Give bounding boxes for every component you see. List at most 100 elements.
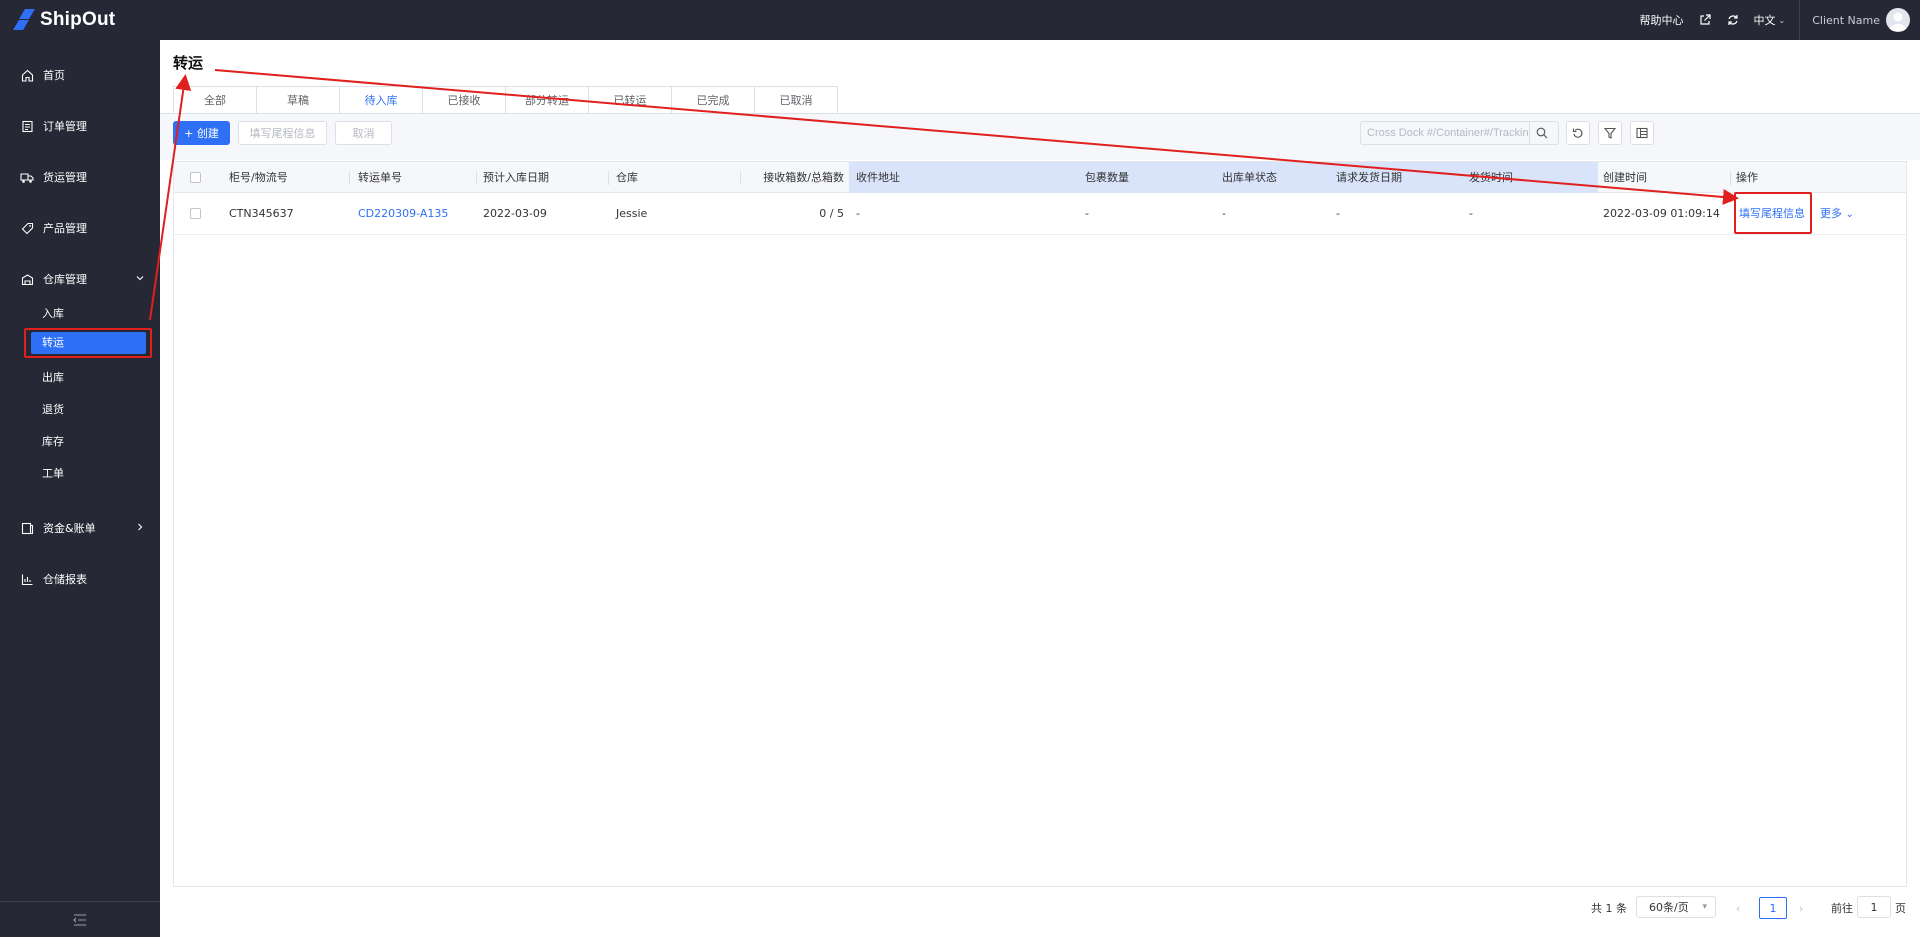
column-header: 转运单号 [358,171,402,184]
prev-page-button[interactable]: ‹ [1736,896,1740,920]
filter-icon [1604,127,1616,139]
created-at: 2022-03-09 01:09:14 [1603,207,1720,220]
goto-page-input[interactable]: 1 [1857,896,1891,918]
column-settings-button[interactable] [1630,121,1654,145]
tab-partial-transfer[interactable]: 部分转运 [505,86,589,114]
logo[interactable]: ShipOut [13,0,116,40]
sidebar-item-warehouse[interactable]: 仓库管理 [0,263,160,295]
transfer-order-link[interactable]: CD220309-A135 [358,193,448,235]
address: - [856,207,860,220]
column-header: 出库单状态 [1222,171,1277,184]
annotation-highlight-box [1734,192,1812,234]
cancel-button[interactable]: 取消 [335,121,392,145]
report-icon [20,572,34,586]
next-page-button[interactable]: › [1799,896,1803,920]
column-header: 包裹数量 [1085,171,1129,184]
sidebar-item-label: 仓储报表 [43,573,87,586]
status-tabs: 全部 草稿 待入库 已接收 部分转运 已转运 已完成 已取消 [173,86,838,114]
chevron-down-icon: ⌄ [1845,209,1854,220]
top-bar: ShipOut 帮助中心 中文 ⌄ Client Name [0,0,1920,40]
chevron-down-icon: ⌄ [1778,15,1786,25]
client-name[interactable]: Client Name [1812,14,1880,27]
collapse-icon [73,913,86,926]
filter-button[interactable] [1598,121,1622,145]
sidebar-item-reports[interactable]: 仓储报表 [0,563,160,595]
sidebar-sub-returns[interactable]: 退货 [42,400,64,420]
fill-last-mile-button[interactable]: 填写尾程信息 [238,121,327,145]
search-button[interactable] [1529,122,1553,144]
sidebar-sub-workorder[interactable]: 工单 [42,464,64,484]
tab-draft[interactable]: 草稿 [256,86,340,114]
chevron-down-icon [136,276,144,281]
column-divider [740,171,741,185]
reset-button[interactable] [1566,121,1590,145]
container-no: CTN345637 [229,207,294,220]
column-header: 创建时间 [1603,171,1647,184]
avatar[interactable] [1886,8,1910,32]
column-divider [349,171,350,185]
row-checkbox[interactable] [190,208,201,219]
search-icon [1536,127,1547,139]
sidebar: 首页 订单管理 货运管理 产品管理 仓库管理 入库 转运 出库 退货 库存 工单… [0,40,160,937]
sidebar-item-label: 资金&账单 [43,522,96,535]
warehouse-name: Jessie [616,207,648,220]
tab-transferred[interactable]: 已转运 [588,86,672,114]
sidebar-item-label: 货运管理 [43,171,87,184]
tab-pending-inbound[interactable]: 待入库 [339,86,423,114]
column-divider [476,171,477,185]
column-header: 操作 [1736,171,1758,184]
language-label: 中文 [1753,14,1776,27]
more-actions-link[interactable]: 更多 ⌄ [1820,193,1854,235]
sidebar-item-orders[interactable]: 订单管理 [0,110,160,142]
eta-date: 2022-03-09 [483,207,547,220]
language-select[interactable]: 中文 ⌄ [1754,12,1786,28]
tab-completed[interactable]: 已完成 [671,86,755,114]
logo-text: ShipOut [40,9,116,30]
page-number[interactable]: 1 [1759,897,1787,919]
help-center-link[interactable]: 帮助中心 [1640,12,1684,28]
outbound-status: - [1222,207,1226,220]
ship-time: - [1469,207,1473,220]
header-divider [1799,0,1801,40]
page-size-value: 60条/页 [1649,901,1689,914]
sidebar-item-home[interactable]: 首页 [0,59,160,91]
chevron-down-icon: ▾ [1702,902,1707,912]
request-date: - [1336,207,1340,220]
column-divider [608,171,609,185]
refresh-icon[interactable] [1726,13,1740,27]
column-header: 柜号/物流号 [229,171,288,184]
tab-cancelled[interactable]: 已取消 [754,86,838,114]
sidebar-sub-outbound[interactable]: 出库 [42,368,64,388]
page-title: 转运 [173,54,204,72]
order-icon [20,119,34,133]
annotation-highlight-box [24,328,152,358]
search-box [1360,121,1559,145]
column-divider [1730,171,1731,185]
sidebar-sub-inventory[interactable]: 库存 [42,432,64,452]
sidebar-item-products[interactable]: 产品管理 [0,212,160,244]
collapse-sidebar-button[interactable] [0,901,160,937]
sidebar-item-billing[interactable]: 资金&账单 [0,512,160,544]
create-button[interactable]: + 创建 [173,121,230,145]
column-header: 请求发货日期 [1336,171,1402,184]
page-size-select[interactable]: 60条/页 ▾ [1636,896,1716,918]
bill-icon [20,521,34,535]
sidebar-item-label: 仓库管理 [43,273,87,286]
column-header: 接收箱数/总箱数 [763,171,844,184]
sidebar-item-label: 首页 [43,69,65,82]
reset-icon [1572,128,1583,138]
sidebar-item-label: 订单管理 [43,120,87,133]
tab-received[interactable]: 已接收 [422,86,506,114]
pagination-total: 共 1 条 [1591,902,1627,915]
home-icon [20,68,34,82]
external-link-icon[interactable] [1698,13,1712,27]
search-input[interactable] [1361,127,1529,139]
tag-icon [20,221,34,235]
select-all-checkbox[interactable] [190,172,201,183]
logo-icon [13,7,36,33]
table-row[interactable]: CTN345637 CD220309-A135 2022-03-09 Jessi… [174,192,1906,235]
column-header: 仓库 [616,171,638,184]
tab-all[interactable]: 全部 [173,86,257,114]
sidebar-item-shipping[interactable]: 货运管理 [0,161,160,193]
sidebar-sub-inbound[interactable]: 入库 [42,304,64,324]
